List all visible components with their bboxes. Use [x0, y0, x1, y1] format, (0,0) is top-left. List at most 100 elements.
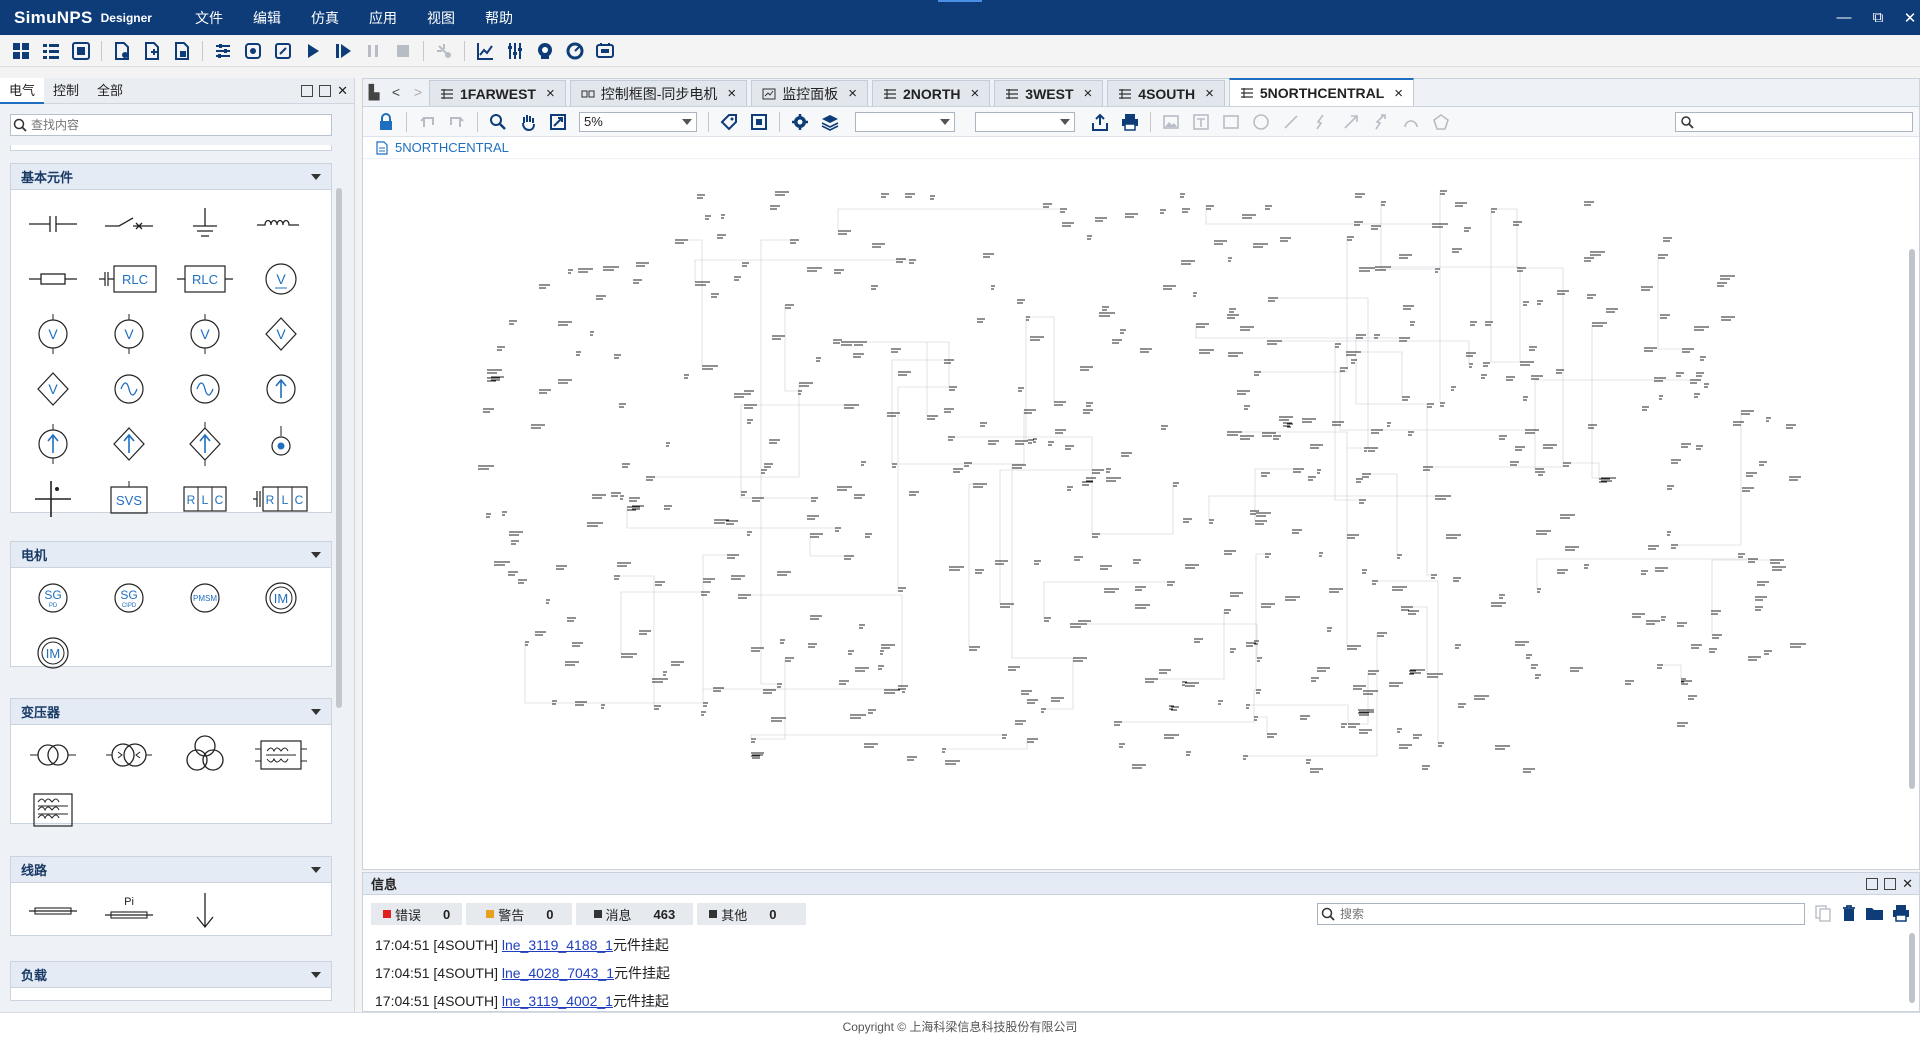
- insert-image-button[interactable]: [1159, 110, 1183, 134]
- chevron-down-icon[interactable]: [311, 866, 321, 873]
- monitor-button[interactable]: [533, 39, 557, 63]
- minimize-button[interactable]: —: [1826, 0, 1862, 35]
- im-element[interactable]: IM: [243, 570, 319, 625]
- three-winding-transformer-element[interactable]: [167, 727, 243, 782]
- draw-line-button[interactable]: [1279, 110, 1303, 134]
- edit-button[interactable]: [271, 39, 295, 63]
- draw-rect-button[interactable]: [1219, 110, 1243, 134]
- voltage-source-element[interactable]: V: [15, 306, 91, 361]
- tab-1farwest[interactable]: 1FARWEST ×: [429, 80, 566, 106]
- sg-cipd-element[interactable]: SG CIPD: [91, 570, 167, 625]
- section-header-transformers[interactable]: 变压器: [11, 699, 331, 725]
- chevron-down-icon[interactable]: [311, 173, 321, 180]
- current-source-diamond-alt-element[interactable]: [167, 416, 243, 471]
- stop-button[interactable]: [391, 39, 415, 63]
- float-panel-icon[interactable]: [1866, 877, 1879, 890]
- draw-polygon-button[interactable]: [1429, 110, 1453, 134]
- voltage-source-controlled-element[interactable]: V: [167, 306, 243, 361]
- current-source-diamond-element[interactable]: [91, 416, 167, 471]
- log-element-link[interactable]: lne_3119_4188_1: [502, 937, 613, 953]
- step-button[interactable]: [331, 39, 355, 63]
- ground-element[interactable]: [167, 196, 243, 251]
- tab-prev-arrow-icon[interactable]: <: [385, 78, 407, 106]
- chevron-down-icon[interactable]: [311, 971, 321, 978]
- close-panel-icon[interactable]: ✕: [1902, 877, 1913, 890]
- breadcrumb-item[interactable]: 5NORTHCENTRAL: [395, 140, 509, 155]
- tab-2north[interactable]: 2NORTH ×: [871, 80, 991, 106]
- tab-close-icon[interactable]: ×: [848, 85, 857, 102]
- ac-source-alt-element[interactable]: [167, 361, 243, 416]
- pmsm-element[interactable]: PMSM: [167, 570, 243, 625]
- resistor-element[interactable]: [15, 251, 91, 306]
- menu-view[interactable]: 视图: [427, 8, 455, 28]
- tab-close-icon[interactable]: ×: [727, 85, 736, 102]
- chevron-down-icon[interactable]: [311, 708, 321, 715]
- tab-electrical[interactable]: 电气: [0, 77, 45, 104]
- draw-arrow-button[interactable]: [1339, 110, 1363, 134]
- device-button[interactable]: [593, 39, 617, 63]
- pan-button[interactable]: [516, 110, 540, 134]
- tab-control-diagram[interactable]: 控制框图-同步电机 ×: [569, 80, 748, 106]
- copy-icon[interactable]: [1813, 903, 1833, 923]
- tab-list-menu-icon[interactable]: ▙: [363, 78, 385, 106]
- float-panel-icon[interactable]: [301, 84, 314, 97]
- tune-button[interactable]: [503, 39, 527, 63]
- restore-button[interactable]: ⧉: [1860, 0, 1896, 35]
- diagram-search[interactable]: [1675, 112, 1913, 132]
- transformer-box-element[interactable]: [243, 727, 319, 782]
- properties-button[interactable]: [788, 110, 812, 134]
- current-source-element[interactable]: [243, 361, 319, 416]
- trash-icon[interactable]: [1839, 903, 1859, 923]
- close-panel-icon[interactable]: ✕: [337, 84, 348, 97]
- new-project-button[interactable]: [110, 39, 134, 63]
- tab-close-icon[interactable]: ×: [1394, 85, 1403, 102]
- tag-button[interactable]: [717, 110, 741, 134]
- fit-view-button[interactable]: [546, 110, 570, 134]
- voltage-source-alt-element[interactable]: V: [91, 306, 167, 361]
- tab-3west[interactable]: 3WEST ×: [994, 80, 1104, 106]
- transformer-box-multi-element[interactable]: [15, 782, 91, 837]
- print-icon[interactable]: [1891, 903, 1911, 923]
- menu-edit[interactable]: 编辑: [253, 8, 281, 28]
- tab-close-icon[interactable]: ×: [971, 85, 980, 102]
- settings-list-button[interactable]: [211, 39, 235, 63]
- run-button[interactable]: [301, 39, 325, 63]
- line-element[interactable]: [15, 883, 91, 938]
- panel-button[interactable]: [69, 39, 93, 63]
- svs-element[interactable]: SVS: [91, 471, 167, 526]
- tab-close-icon[interactable]: ×: [546, 85, 555, 102]
- lock-button[interactable]: [374, 110, 398, 134]
- zoom-select[interactable]: 5%: [579, 111, 697, 132]
- menu-simulation[interactable]: 仿真: [311, 8, 339, 28]
- menu-apps[interactable]: 应用: [369, 8, 397, 28]
- gear-settings-button[interactable]: [241, 39, 265, 63]
- other-counter[interactable]: 其他 0: [697, 903, 807, 925]
- two-winding-transformer-element[interactable]: [15, 727, 91, 782]
- connect-button[interactable]: [432, 39, 456, 63]
- close-button[interactable]: ✕: [1892, 0, 1920, 35]
- print-button[interactable]: [1118, 110, 1142, 134]
- im-alt-element[interactable]: IM: [15, 625, 91, 680]
- rlc-box-branch-element[interactable]: RLC: [243, 471, 319, 526]
- tab-4south[interactable]: 4SOUTH ×: [1107, 80, 1225, 106]
- sg-pd-element[interactable]: SG PD: [15, 570, 91, 625]
- load-arrow-element[interactable]: [167, 883, 243, 938]
- voltage-source-diamond-alt-element[interactable]: V: [15, 361, 91, 416]
- switch-element[interactable]: [91, 196, 167, 251]
- error-counter[interactable]: 错误 0: [371, 903, 463, 925]
- log-element-link[interactable]: lne_4028_7043_1: [502, 965, 614, 981]
- bus-fault-element[interactable]: [15, 471, 91, 526]
- tab-all[interactable]: 全部: [88, 78, 132, 104]
- chart-button[interactable]: [473, 39, 497, 63]
- section-header-machines[interactable]: 电机: [11, 542, 331, 568]
- grid-view-button[interactable]: [9, 39, 33, 63]
- capacitor-element[interactable]: [15, 196, 91, 251]
- warning-counter[interactable]: 警告 0: [466, 903, 572, 925]
- export-button[interactable]: [1088, 110, 1112, 134]
- redo-button[interactable]: [445, 110, 469, 134]
- tab-close-icon[interactable]: ×: [1084, 85, 1093, 102]
- draw-zigzag-arrow-button[interactable]: [1369, 110, 1393, 134]
- library-search-input[interactable]: [31, 118, 321, 132]
- log-scrollbar[interactable]: [1909, 933, 1915, 1003]
- meter-point-element[interactable]: [243, 416, 319, 471]
